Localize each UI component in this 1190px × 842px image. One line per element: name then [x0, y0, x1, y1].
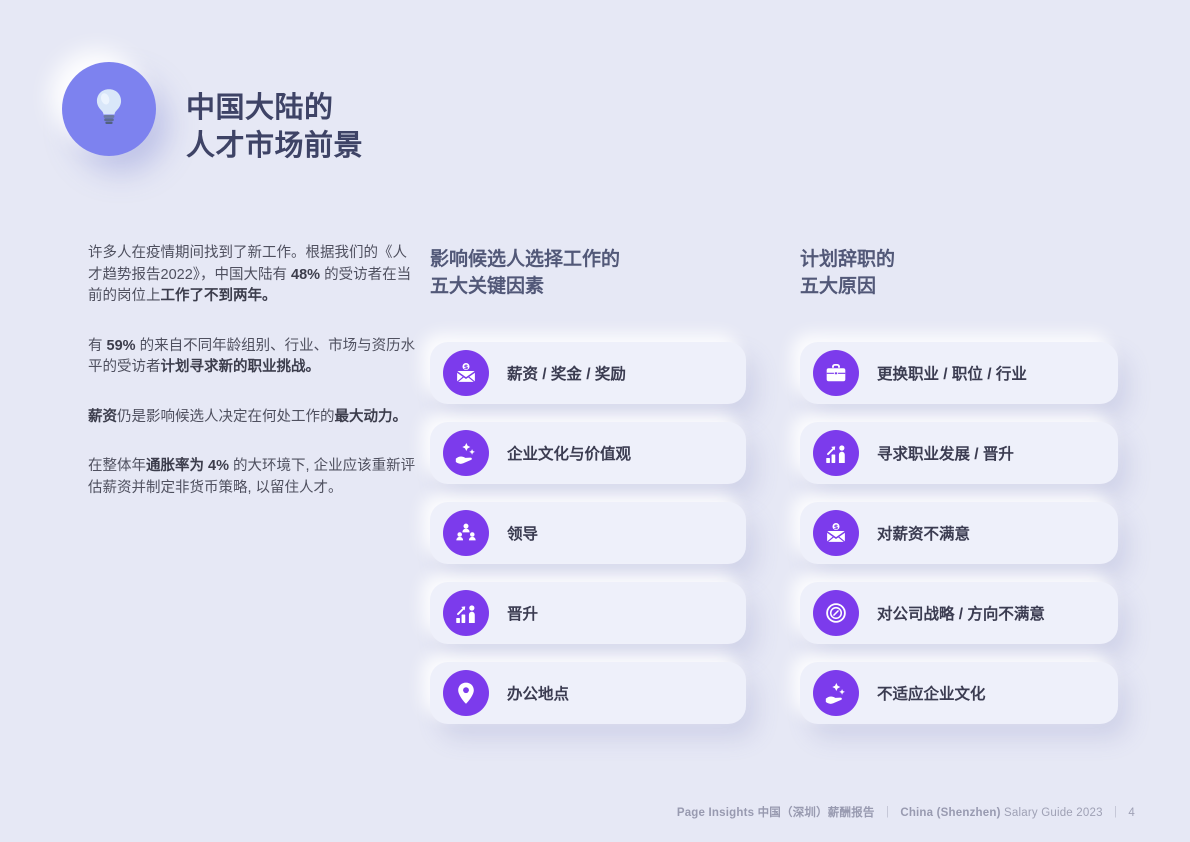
text-segment: 48%: [291, 267, 320, 283]
intro-column: 许多人在疫情期间找到了新工作。根据我们的《人才趋势报告2022》，中国大陆有 4…: [88, 243, 418, 527]
factor-pill: 晋升: [430, 582, 746, 644]
reason-pill: 更换职业 / 职位 / 行业: [800, 342, 1118, 404]
svg-text:$: $: [464, 363, 469, 371]
growth-person-icon: [813, 430, 859, 476]
text-segment: 薪资: [88, 409, 117, 425]
header-badge: [62, 62, 156, 156]
report-page: 中国大陆的 人才市场前景 许多人在疫情期间找到了新工作。根据我们的《人才趋势报告…: [0, 0, 1190, 842]
reasons-heading-line2: 五大原因: [800, 276, 876, 297]
text-segment: 59%: [107, 338, 136, 354]
growth-person-icon: [443, 590, 489, 636]
pill-label: 对薪资不满意: [877, 522, 970, 544]
separator: ｜: [882, 807, 894, 819]
text-segment: 有: [88, 338, 107, 354]
factor-pill: 办公地点: [430, 662, 746, 724]
pill-label: 薪资 / 奖金 / 奖励: [507, 362, 626, 384]
pill-label: 不适应企业文化: [877, 682, 986, 704]
factors-heading-line1: 影响候选人选择工作的: [430, 249, 620, 270]
text-segment: 仍是影响候选人决定在何处工作的: [117, 409, 335, 425]
people-hierarchy-icon: [443, 510, 489, 556]
pill-label: 晋升: [507, 602, 538, 624]
svg-text:$: $: [834, 523, 839, 531]
compass-icon: [813, 590, 859, 636]
hand-stars-icon: [443, 430, 489, 476]
factors-list: $ 薪资 / 奖金 / 奖励企业文化与价值观领导晋升办公地点: [430, 342, 746, 724]
text-segment: 最大动力。: [335, 409, 408, 425]
factors-heading-line2: 五大关键因素: [430, 276, 544, 297]
text-segment: China (Shenzhen): [900, 807, 1000, 819]
pill-label: 对公司战略 / 方向不满意: [877, 602, 1045, 624]
page-footer: Page Insights 中国（深圳）薪酬报告 ｜ China (Shenzhen…: [677, 804, 1135, 820]
reasons-column: 计划辞职的 五大原因 更换职业 / 职位 / 行业寻求职业发展 / 晋升 $ 对薪资…: [800, 246, 1118, 724]
text-segment: Page Insights 中国（深圳）薪酬报告: [677, 807, 875, 819]
pill-label: 领导: [507, 522, 538, 544]
location-pin-icon: [443, 670, 489, 716]
intro-paragraph: 许多人在疫情期间找到了新工作。根据我们的《人才趋势报告2022》，中国大陆有 4…: [88, 243, 418, 308]
reason-pill: 不适应企业文化: [800, 662, 1118, 724]
factors-heading: 影响候选人选择工作的 五大关键因素: [430, 246, 746, 300]
intro-paragraph: 薪资仍是影响候选人决定在何处工作的最大动力。: [88, 407, 418, 429]
text-segment: 在整体年: [88, 458, 146, 474]
reasons-list: 更换职业 / 职位 / 行业寻求职业发展 / 晋升 $ 对薪资不满意对公司战略 / …: [800, 342, 1118, 724]
text-segment: 4: [1128, 807, 1135, 819]
lightbulb-icon: [86, 84, 132, 135]
factor-pill: $ 薪资 / 奖金 / 奖励: [430, 342, 746, 404]
intro-paragraph: 在整体年通胀率为 4% 的大环境下, 企业应该重新评估薪资并制定非货币策略, 以…: [88, 456, 418, 499]
pill-label: 企业文化与价值观: [507, 442, 631, 464]
briefcase-icon: [813, 350, 859, 396]
text-segment: 工作了不到两年。: [161, 288, 277, 304]
reason-pill: 寻求职业发展 / 晋升: [800, 422, 1118, 484]
factor-pill: 领导: [430, 502, 746, 564]
text-segment: 通胀率为 4%: [146, 458, 229, 474]
page-title-line2: 人才市场前景: [186, 130, 363, 162]
page-title: 中国大陆的 人才市场前景: [186, 89, 363, 165]
text-segment: Salary Guide 2023: [1001, 807, 1103, 819]
envelope-money-icon: $: [813, 510, 859, 556]
pill-label: 办公地点: [507, 682, 569, 704]
pill-label: 寻求职业发展 / 晋升: [877, 442, 1014, 464]
pill-label: 更换职业 / 职位 / 行业: [877, 362, 1027, 384]
text-segment: 计划寻求新的职业挑战。: [161, 359, 321, 375]
envelope-money-icon: $: [443, 350, 489, 396]
factors-column: 影响候选人选择工作的 五大关键因素 $ 薪资 / 奖金 / 奖励企业文化与价值观领…: [430, 246, 746, 724]
factor-pill: 企业文化与价值观: [430, 422, 746, 484]
page-title-line1: 中国大陆的: [186, 92, 334, 124]
hand-stars-icon: [813, 670, 859, 716]
separator: ｜: [1110, 807, 1122, 819]
intro-paragraph: 有 59% 的来自不同年龄组别、行业、市场与资历水平的受访者计划寻求新的职业挑战…: [88, 336, 418, 379]
reasons-heading-line1: 计划辞职的: [800, 249, 895, 270]
reason-pill: 对公司战略 / 方向不满意: [800, 582, 1118, 644]
reasons-heading: 计划辞职的 五大原因: [800, 246, 1118, 300]
reason-pill: $ 对薪资不满意: [800, 502, 1118, 564]
